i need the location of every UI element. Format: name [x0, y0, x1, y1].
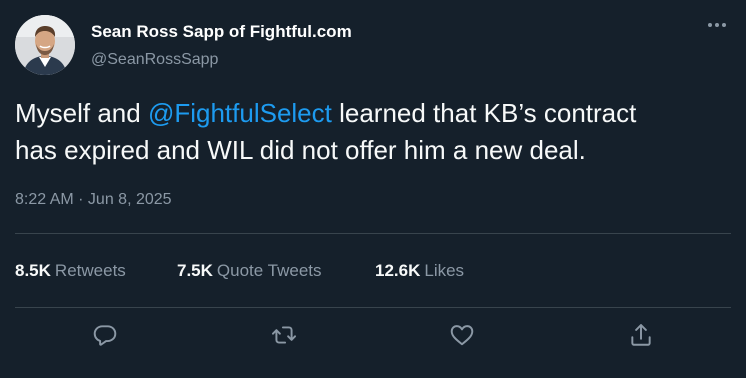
retweets-label: Retweets [54, 261, 126, 280]
tweet-text-segment: Myself and [15, 98, 148, 128]
mention-link[interactable]: @FightfulSelect [148, 98, 332, 128]
likes-label: Likes [424, 261, 465, 280]
tweet-text: Myself and @FightfulSelect learned that … [15, 95, 731, 169]
avatar-photo [15, 15, 75, 75]
tweet-date[interactable]: Jun 8, 2025 [88, 191, 172, 208]
author-handle[interactable]: @SeanRossSapp [91, 51, 218, 69]
tweet-text-line-2: has expired and WIL did not offer him a … [15, 135, 586, 165]
tweet-text-line-1: Myself and @FightfulSelect learned that … [15, 95, 731, 132]
share-button[interactable] [624, 318, 658, 352]
divider [15, 233, 731, 234]
timestamp-separator: · [73, 191, 88, 208]
retweets-stat[interactable]: 8.5K Retweets [15, 261, 177, 281]
reply-icon [93, 325, 117, 346]
tweet-text-segment: learned that KB’s contract [331, 98, 637, 128]
tweet-time[interactable]: 8:22 AM [15, 191, 74, 208]
like-button[interactable] [445, 318, 479, 352]
retweet-button[interactable] [267, 318, 301, 352]
retweet-icon [271, 326, 297, 344]
likes-stat[interactable]: 12.6K Likes [375, 261, 464, 281]
share-icon [631, 324, 651, 346]
more-horizontal-icon[interactable] [703, 14, 731, 36]
quote-tweets-count: 7.5K [177, 261, 213, 280]
reply-button[interactable] [88, 318, 122, 352]
author-display-name[interactable]: Sean Ross Sapp of Fightful.com [91, 22, 352, 42]
heart-icon [450, 325, 474, 346]
tweet-card: Sean Ross Sapp of Fightful.com @SeanRoss… [0, 0, 746, 378]
quote-tweets-label: Quote Tweets [216, 261, 322, 280]
tweet-stats: 8.5K Retweets 7.5K Quote Tweets 12.6K Li… [15, 261, 464, 281]
likes-count: 12.6K [375, 261, 421, 280]
tweet-actions-bar [0, 316, 746, 352]
retweets-count: 8.5K [15, 261, 51, 280]
avatar[interactable] [15, 15, 75, 75]
divider [15, 307, 731, 308]
quote-tweets-stat[interactable]: 7.5K Quote Tweets [177, 261, 375, 281]
tweet-timestamp: 8:22 AM · Jun 8, 2025 [15, 191, 172, 209]
